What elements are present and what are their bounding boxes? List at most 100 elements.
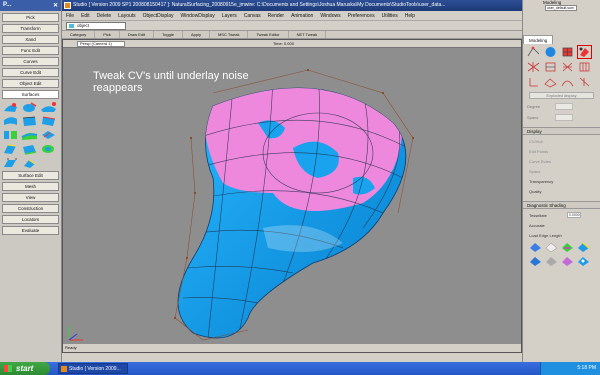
menu-utilities[interactable]: Utilities bbox=[382, 11, 398, 20]
palette-xand-button[interactable]: Xand bbox=[2, 35, 59, 44]
camera-field[interactable]: Persp (Camera 1) bbox=[77, 41, 125, 47]
sphere-icon[interactable] bbox=[544, 46, 557, 58]
option-tweak-editor[interactable]: Tweak Editor bbox=[248, 31, 289, 38]
shade-purple-icon[interactable] bbox=[561, 256, 574, 267]
skin-surface-icon[interactable] bbox=[40, 101, 57, 113]
perspective-viewport[interactable]: Persp (Camera 1) Time: 0.000 Tweak CV's … bbox=[62, 39, 522, 353]
shade-multicolor-icon[interactable] bbox=[529, 242, 542, 253]
lattice-icon[interactable] bbox=[561, 61, 574, 73]
edit-points-icon[interactable] bbox=[544, 61, 557, 73]
title-bar[interactable]: Studio [ Version 2009 SP1 200808150417 ]… bbox=[62, 0, 522, 11]
square-surface-icon[interactable] bbox=[40, 115, 57, 127]
grid-icon[interactable] bbox=[561, 46, 574, 58]
option-pick[interactable]: Pick bbox=[95, 31, 120, 38]
option-toggle[interactable]: Toggle bbox=[154, 31, 183, 38]
palette-func-edit-button[interactable]: Func Edit bbox=[2, 46, 59, 55]
palette-curve-edit-button[interactable]: Curve Edit bbox=[2, 68, 59, 77]
menu-canvas[interactable]: Canvas bbox=[244, 11, 261, 20]
menu-windowdisplay[interactable]: WindowDisplay bbox=[181, 11, 215, 20]
primitive-surface-icon[interactable] bbox=[2, 101, 19, 113]
display-curve-rules[interactable]: Curve Rules bbox=[529, 158, 600, 165]
palette-surface-edit-button[interactable]: Surface Edit bbox=[2, 171, 59, 180]
pivot-icon[interactable] bbox=[578, 76, 591, 88]
menu-windows[interactable]: Windows bbox=[320, 11, 340, 20]
palette-evaluate-button[interactable]: Evaluate bbox=[2, 226, 59, 235]
flange-surface-icon[interactable] bbox=[21, 143, 38, 155]
option-draw-edit[interactable]: Draw Edit bbox=[120, 31, 155, 38]
boundary-surface-icon[interactable] bbox=[21, 115, 38, 127]
option-apply[interactable]: Apply bbox=[183, 31, 210, 38]
panel-tabs: Modeling bbox=[523, 35, 600, 44]
start-button[interactable]: start bbox=[0, 362, 50, 375]
menu-edit[interactable]: Edit bbox=[81, 11, 90, 20]
axis-icon[interactable] bbox=[527, 76, 540, 88]
extrude-surface-icon[interactable] bbox=[2, 157, 19, 169]
blend-surface-icon[interactable] bbox=[21, 129, 38, 141]
palette-mesh-button[interactable]: Mesh bbox=[2, 182, 59, 191]
palette-construction-button[interactable]: Construction bbox=[2, 204, 59, 213]
draft-surface-icon[interactable] bbox=[2, 143, 19, 155]
mesh-icon[interactable] bbox=[578, 61, 591, 73]
tessellate-field[interactable]: 0.0000 bbox=[567, 212, 581, 218]
system-tray: 5:18 PM bbox=[540, 362, 600, 375]
palette-object-edit-button[interactable]: Object Edit bbox=[2, 79, 59, 88]
diagnostic-shading-header[interactable]: Diagnostic Shading bbox=[523, 201, 600, 209]
clock: 5:18 PM bbox=[577, 365, 596, 371]
taskbar-studio-item[interactable]: Studio [ Version 2009... bbox=[58, 363, 128, 374]
shade-white-icon[interactable] bbox=[545, 242, 558, 253]
revolve-surface-icon[interactable] bbox=[21, 101, 38, 113]
menu-layers[interactable]: Layers bbox=[222, 11, 237, 20]
close-icon[interactable]: ✕ bbox=[53, 1, 58, 12]
transparency-expander[interactable]: Transparency bbox=[529, 178, 600, 185]
tube-surface-icon[interactable] bbox=[40, 143, 57, 155]
cv-icon[interactable] bbox=[527, 46, 540, 58]
palette-curves-button[interactable]: Curves bbox=[2, 57, 59, 66]
palette-surfaces-button[interactable]: Surfaces bbox=[2, 90, 59, 99]
option-msc-tweak[interactable]: MSC Tweak bbox=[210, 31, 249, 38]
menu-help[interactable]: Help bbox=[405, 11, 415, 20]
palette-view-button[interactable]: View bbox=[2, 193, 59, 202]
palette-transform-button[interactable]: Transform bbox=[2, 24, 59, 33]
shade-blue-icon[interactable] bbox=[529, 256, 542, 267]
edge-length-row[interactable]: Load Edge Length bbox=[529, 232, 600, 239]
spans-field[interactable] bbox=[555, 114, 573, 121]
surfaces-tool-grid bbox=[2, 101, 59, 169]
rail-surface-icon[interactable] bbox=[2, 115, 19, 127]
plane-icon[interactable] bbox=[544, 76, 557, 88]
palette-pick-button[interactable]: Pick bbox=[2, 13, 59, 22]
menu-delete[interactable]: Delete bbox=[97, 11, 111, 20]
start-label: start bbox=[16, 364, 34, 373]
tab-modeling[interactable]: Modeling bbox=[523, 35, 554, 44]
exploded-display-button[interactable]: Exploded display bbox=[529, 92, 594, 99]
shading-icon[interactable] bbox=[577, 45, 592, 59]
option-category[interactable]: Category bbox=[62, 31, 96, 38]
display-section-header[interactable]: Display bbox=[523, 127, 600, 135]
panel-file-field[interactable]: user_default.sum bbox=[545, 5, 577, 11]
menu-preferences[interactable]: Preferences bbox=[348, 11, 375, 20]
display-cv-hull[interactable]: CV/Hull bbox=[529, 138, 600, 145]
menu-render[interactable]: Render bbox=[268, 11, 284, 20]
round-surface-icon[interactable] bbox=[21, 157, 38, 169]
palette-locators-button[interactable]: Locators bbox=[2, 215, 59, 224]
spans-label: Spans bbox=[527, 115, 539, 120]
menu-objectdisplay[interactable]: ObjectDisplay bbox=[143, 11, 174, 20]
shade-zebra-icon[interactable] bbox=[561, 242, 574, 253]
spans-row: Spans bbox=[527, 114, 598, 121]
offset-surface-icon[interactable] bbox=[40, 129, 57, 141]
menu-layouts[interactable]: Layouts bbox=[118, 11, 136, 20]
shade-gray-icon[interactable] bbox=[545, 256, 558, 267]
menu-animation[interactable]: Animation bbox=[291, 11, 313, 20]
degree-field[interactable] bbox=[555, 103, 573, 110]
hull-icon[interactable] bbox=[527, 61, 540, 73]
curve-icon[interactable] bbox=[561, 76, 574, 88]
option-net-tweak[interactable]: NET Tweak bbox=[289, 31, 327, 38]
display-spans[interactable]: Spans bbox=[529, 168, 600, 175]
shade-highlight-icon[interactable] bbox=[577, 256, 590, 267]
menu-file[interactable]: File bbox=[66, 11, 74, 20]
object-name-field[interactable]: object bbox=[66, 22, 126, 30]
palette-title-bar[interactable]: P... ✕ bbox=[0, 0, 61, 11]
shade-curvature-icon[interactable] bbox=[577, 242, 590, 253]
quality-expander[interactable]: Quality bbox=[529, 188, 600, 195]
display-edit-points[interactable]: Edit Points bbox=[529, 148, 600, 155]
fillet-surface-icon[interactable] bbox=[2, 129, 19, 141]
